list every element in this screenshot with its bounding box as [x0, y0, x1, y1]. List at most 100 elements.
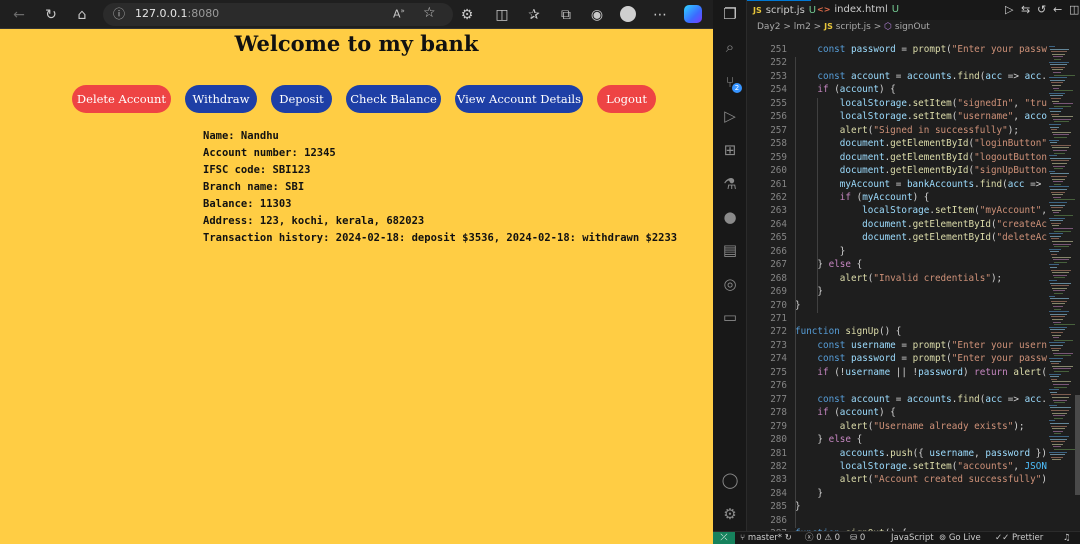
minimap-line [1054, 199, 1075, 201]
remote-explorer-icon[interactable]: ◎ [720, 274, 740, 294]
tab-index-html[interactable]: <> index.html U [811, 0, 901, 20]
copilot-icon[interactable] [684, 5, 702, 23]
minimap-line [1050, 282, 1071, 284]
deposit-button[interactable]: Deposit [271, 85, 332, 113]
minimap-line [1051, 269, 1071, 271]
manage-gear-icon[interactable]: ⚙ [720, 504, 740, 524]
minimap-line [1050, 345, 1063, 346]
minimap-line [1052, 163, 1067, 164]
problems-indicator[interactable]: ⓧ 0 ⚠ 0 [805, 532, 840, 544]
notifications-icon[interactable]: ♫ [1063, 532, 1071, 544]
line-number: 257 [770, 124, 787, 136]
line-number: 259 [770, 151, 787, 163]
extensions-icon[interactable]: ⊞ [720, 140, 740, 160]
minimap-line [1051, 191, 1065, 193]
explorer-icon[interactable]: ❐ [720, 4, 740, 24]
code-line: if (!username || !password) return alert… [817, 366, 1047, 378]
go-live-button[interactable]: ⊚ Go Live [939, 532, 981, 544]
go-back-icon[interactable]: ← [1053, 0, 1062, 20]
minimap-line [1050, 454, 1065, 456]
minimap-line [1053, 321, 1061, 323]
profile-avatar-icon[interactable] [620, 6, 636, 22]
docker-icon[interactable]: ▤ [720, 240, 740, 260]
breadcrumb-folder[interactable]: Day2 [757, 22, 781, 32]
code-line: } else { [795, 434, 863, 446]
run-debug-icon[interactable]: ▷ [720, 106, 740, 126]
indent-guide [795, 57, 796, 529]
minimap-line [1049, 389, 1059, 391]
delete-account-button[interactable]: Delete Account [72, 85, 171, 113]
minimap-line [1054, 90, 1073, 92]
editor-scrollbar[interactable] [1075, 40, 1080, 531]
minimap-line [1052, 319, 1063, 320]
collections-icon[interactable]: ⧉ [556, 5, 576, 25]
more-menu-icon[interactable]: ⋯ [650, 5, 670, 25]
site-info-icon[interactable]: ⓘ [113, 5, 125, 22]
minimap-line [1050, 235, 1061, 237]
scrollbar-thumb[interactable] [1075, 395, 1080, 495]
js-file-icon: JS [824, 22, 833, 31]
split-editor-icon[interactable]: ◫ [1069, 0, 1079, 20]
indent-guide [817, 97, 818, 313]
ports-indicator[interactable]: ⛁ 0 [850, 532, 865, 544]
minimap-line [1050, 329, 1065, 331]
line-number: 268 [770, 272, 787, 284]
detail-branch: Branch name: SBI [203, 181, 305, 193]
read-aloud-icon[interactable]: A» [393, 7, 405, 21]
search-icon[interactable]: ⌕ [720, 37, 740, 57]
home-icon[interactable]: ⌂ [72, 5, 92, 25]
minimap[interactable] [1047, 40, 1075, 531]
breadcrumb-symbol[interactable]: signOut [895, 22, 930, 32]
line-number: 283 [770, 474, 787, 486]
prettier-status[interactable]: ✓✓ Prettier [995, 532, 1043, 544]
github-icon[interactable]: ● [720, 207, 740, 227]
compare-icon[interactable]: ⇆ [1021, 0, 1030, 20]
line-number: 284 [770, 487, 787, 499]
browser-essentials-icon[interactable]: ◉ [587, 5, 607, 25]
code-line: const password = prompt("Enter your pass… [817, 353, 1047, 365]
testing-icon[interactable]: ⚗ [720, 174, 740, 194]
git-branch[interactable]: ⑂ master* ↻ [740, 532, 792, 544]
view-account-details-button[interactable]: View Account Details [455, 85, 583, 113]
breadcrumb-file[interactable]: script.js [836, 22, 871, 32]
check-balance-button[interactable]: Check Balance [346, 85, 441, 113]
refresh-icon[interactable]: ↻ [41, 5, 61, 25]
back-icon[interactable]: ← [9, 5, 29, 25]
line-number: 275 [770, 366, 787, 378]
split-screen-icon[interactable]: ◫ [492, 5, 512, 25]
minimap-line [1053, 134, 1069, 136]
line-number: 279 [770, 420, 787, 432]
minimap-line [1052, 100, 1059, 102]
logout-button[interactable]: Logout [597, 85, 656, 113]
minimap-line [1051, 425, 1067, 427]
minimap-line [1053, 243, 1071, 245]
minimap-line [1049, 202, 1067, 203]
minimap-line [1049, 108, 1063, 110]
minimap-line [1051, 347, 1061, 349]
language-mode[interactable]: JavaScript [891, 532, 934, 544]
minimap-line [1053, 118, 1071, 120]
minimap-line [1052, 147, 1069, 149]
comments-icon[interactable]: ▭ [720, 307, 740, 327]
favorite-star-icon[interactable]: ☆ [423, 5, 436, 21]
favorites-icon[interactable]: ✰ [524, 5, 544, 25]
code-editor[interactable]: 251 const password = prompt("Enter your … [747, 40, 1047, 531]
accounts-icon[interactable]: ◯ [720, 470, 740, 490]
run-icon[interactable]: ▷ [1005, 0, 1013, 20]
source-control-badge: 2 [732, 83, 742, 93]
minimap-line [1049, 248, 1061, 250]
code-line: const account = accounts.find(acc => acc… [817, 70, 1047, 82]
minimap-line [1049, 77, 1067, 79]
git-history-icon[interactable]: ↺ [1037, 0, 1046, 20]
extensions-icon[interactable]: ⚙ [457, 5, 477, 25]
minimap-line [1050, 376, 1059, 378]
minimap-line [1050, 423, 1069, 424]
breadcrumb-folder[interactable]: lm2 [794, 22, 811, 32]
address-bar[interactable]: ⓘ 127.0.0.1:8080 A» ☆ [103, 3, 453, 26]
code-line: localStorage.setItem("accounts", JSON. [839, 460, 1047, 472]
minimap-line [1052, 272, 1069, 274]
remote-indicator-icon[interactable]: ⤫ [713, 532, 735, 544]
minimap-line [1053, 87, 1059, 89]
tab-script-js[interactable]: JS script.js U [747, 0, 816, 20]
withdraw-button[interactable]: Withdraw [185, 85, 257, 113]
